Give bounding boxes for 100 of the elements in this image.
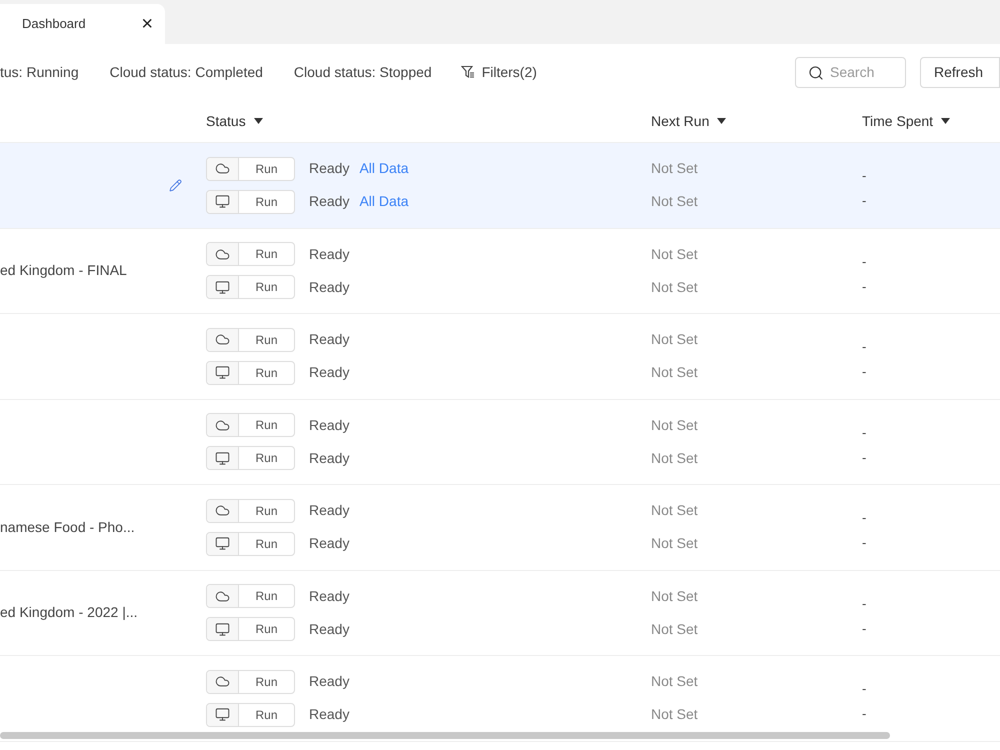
filter-tag[interactable]: Cloud status: Completed bbox=[110, 62, 263, 82]
sort-caret-icon[interactable] bbox=[717, 118, 726, 124]
run-button[interactable]: Run bbox=[239, 190, 294, 213]
table-row[interactable]: Run Ready All Data Run Ready All Data Not Set Not Set - - bbox=[0, 143, 1000, 228]
run-button-group[interactable]: Run bbox=[206, 670, 295, 694]
run-button[interactable]: Run bbox=[239, 328, 294, 351]
column-header: Time Spent bbox=[862, 112, 934, 131]
run-button-group[interactable]: Run bbox=[206, 360, 295, 385]
run-button[interactable]: Run bbox=[239, 585, 294, 608]
next-run-text: Not Set bbox=[651, 501, 698, 520]
sort-caret-icon[interactable] bbox=[254, 118, 263, 124]
next-run-text: Not Set bbox=[651, 363, 698, 382]
run-button[interactable]: Run bbox=[239, 276, 294, 298]
sort-caret-icon[interactable] bbox=[941, 118, 950, 124]
status-text: Ready bbox=[309, 448, 350, 468]
status-text: Ready bbox=[309, 672, 350, 692]
run-button-group[interactable]: Run bbox=[206, 275, 295, 300]
time-spent-text: - bbox=[862, 705, 866, 723]
cloud-icon bbox=[215, 588, 230, 604]
monitor-icon bbox=[215, 622, 230, 637]
next-run-text: Not Set bbox=[651, 620, 698, 639]
run-button-group[interactable]: Run bbox=[206, 617, 295, 642]
filter-tag[interactable]: Cloud status: Stopped bbox=[294, 62, 432, 82]
status-text: Ready bbox=[309, 363, 350, 382]
run-button-group[interactable]: Run bbox=[206, 242, 295, 266]
run-button[interactable]: Run bbox=[239, 670, 294, 693]
run-button-group[interactable]: Run bbox=[206, 702, 295, 727]
time-spent-text: - bbox=[862, 167, 866, 185]
run-button[interactable]: Run bbox=[239, 243, 294, 266]
run-button-group[interactable]: Run bbox=[206, 156, 295, 181]
run-button-group[interactable]: Run bbox=[206, 584, 295, 608]
next-run-text: Not Set bbox=[651, 705, 698, 724]
edit-icon[interactable] bbox=[169, 178, 182, 192]
next-run-text: Not Set bbox=[651, 586, 698, 606]
next-run-text: Not Set bbox=[651, 159, 698, 178]
next-run-text: Not Set bbox=[651, 416, 698, 435]
status-text: Ready bbox=[309, 244, 350, 264]
filter-icon bbox=[460, 65, 475, 79]
run-button-group[interactable]: Run bbox=[206, 190, 295, 214]
run-button-group[interactable]: Run bbox=[206, 328, 295, 352]
next-run-text: Not Set bbox=[651, 192, 698, 212]
time-spent-text: - bbox=[862, 338, 866, 356]
status-text: Ready bbox=[309, 278, 350, 297]
time-spent-text: - bbox=[862, 363, 866, 381]
time-spent-text: - bbox=[862, 278, 866, 296]
run-button[interactable]: Run bbox=[239, 414, 294, 436]
time-spent-text: - bbox=[862, 534, 866, 552]
search-field[interactable]: Search bbox=[795, 56, 906, 88]
next-run-text: Not Set bbox=[651, 672, 698, 692]
search-icon bbox=[808, 64, 824, 80]
refresh-button[interactable]: Refresh bbox=[920, 56, 1000, 88]
time-spent-text: - bbox=[862, 192, 866, 210]
time-spent-text: - bbox=[862, 448, 866, 466]
table-row[interactable]: Run Ready Run Ready Not Set Not Set - - bbox=[0, 400, 1000, 485]
table-row[interactable]: ed Kingdom - 2022 |... Run Ready Run Ready Not Set Not Set - - bbox=[0, 570, 1000, 656]
run-button[interactable]: Run bbox=[239, 704, 294, 726]
status-text: Ready bbox=[309, 330, 350, 350]
time-spent-text: - bbox=[862, 680, 866, 698]
next-run-text: Not Set bbox=[651, 278, 698, 297]
time-spent-text: - bbox=[862, 509, 866, 527]
status-text: Ready bbox=[309, 416, 350, 435]
monitor-icon bbox=[215, 707, 230, 722]
cloud-icon bbox=[215, 503, 230, 518]
filter-tag[interactable]: tus: Running bbox=[0, 62, 79, 82]
time-spent-text: - bbox=[862, 594, 866, 612]
monitor-icon bbox=[215, 450, 230, 466]
monitor-icon bbox=[215, 536, 230, 552]
task-name: ed Kingdom - 2022 |... bbox=[0, 603, 138, 622]
run-button-group[interactable]: Run bbox=[206, 413, 295, 438]
status-text: Ready bbox=[309, 586, 350, 606]
filters-button[interactable]: Filters(2) bbox=[460, 62, 537, 82]
column-header: Next Run bbox=[651, 112, 710, 130]
cloud-icon bbox=[215, 161, 230, 176]
next-run-text: Not Set bbox=[651, 244, 698, 264]
monitor-icon bbox=[215, 280, 230, 295]
time-spent-text: - bbox=[862, 424, 866, 442]
next-run-text: Not Set bbox=[651, 330, 698, 350]
table-row[interactable]: ed Kingdom - FINAL Run Ready Run Ready Not Set Not Set - - bbox=[0, 228, 1000, 314]
status-text: Ready bbox=[309, 620, 350, 639]
status-text: Ready bbox=[309, 501, 350, 520]
monitor-icon bbox=[215, 365, 230, 380]
run-button[interactable]: Run bbox=[239, 532, 294, 555]
run-button[interactable]: Run bbox=[239, 362, 294, 384]
run-button[interactable]: Run bbox=[239, 500, 294, 522]
cloud-icon bbox=[215, 332, 230, 348]
tab[interactable]: Dashboard × bbox=[0, 4, 165, 44]
run-button[interactable]: Run bbox=[239, 158, 294, 180]
time-spent-text: - bbox=[862, 620, 866, 638]
run-button[interactable]: Run bbox=[239, 618, 294, 640]
close-icon[interactable]: × bbox=[141, 14, 153, 34]
run-button-group[interactable]: Run bbox=[206, 532, 295, 556]
status-text: Ready bbox=[309, 192, 350, 212]
run-button[interactable]: Run bbox=[239, 447, 294, 470]
run-button-group[interactable]: Run bbox=[206, 498, 295, 523]
next-run-text: Not Set bbox=[651, 448, 698, 468]
cloud-icon bbox=[215, 246, 230, 262]
time-spent-text: - bbox=[862, 252, 866, 270]
run-button-group[interactable]: Run bbox=[206, 446, 295, 470]
column-header: Status bbox=[206, 112, 246, 130]
status-text: Ready bbox=[309, 159, 350, 178]
